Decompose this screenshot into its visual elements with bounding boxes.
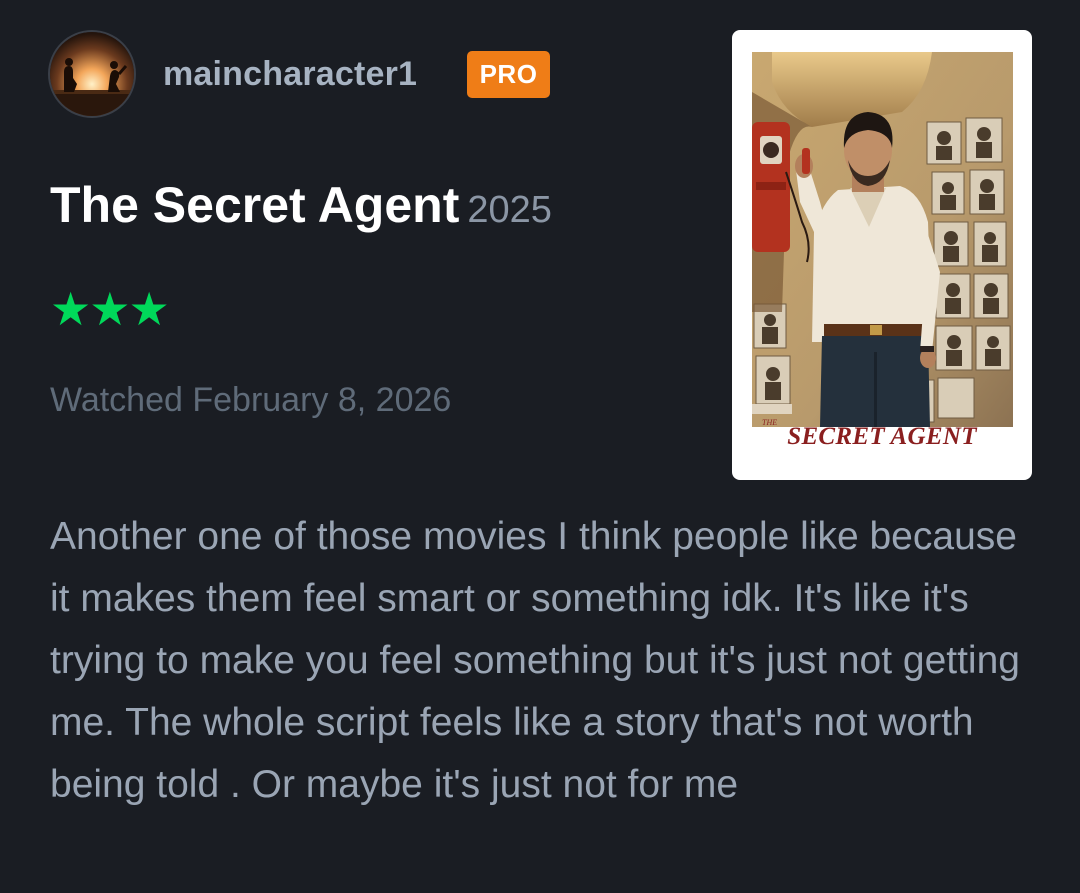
- poster-title: SECRET AGENT: [787, 423, 977, 450]
- film-year[interactable]: 2025: [467, 189, 552, 231]
- watched-date: Watched February 8, 2026: [50, 381, 452, 419]
- star-rating: ★★★: [50, 283, 170, 335]
- poster-image: [752, 52, 1013, 427]
- film-title[interactable]: The Secret Agent: [50, 177, 459, 233]
- sunset-silhouette-avatar-icon: [50, 32, 134, 116]
- username[interactable]: maincharacter1: [163, 55, 417, 94]
- review-text: Another one of those movies I think peop…: [50, 515, 1020, 806]
- film-poster[interactable]: THE SECRET AGENT: [732, 30, 1032, 480]
- pro-badge: PRO: [467, 51, 550, 98]
- user-avatar[interactable]: [50, 32, 134, 116]
- film-title-line: The Secret Agent 2025: [50, 176, 552, 234]
